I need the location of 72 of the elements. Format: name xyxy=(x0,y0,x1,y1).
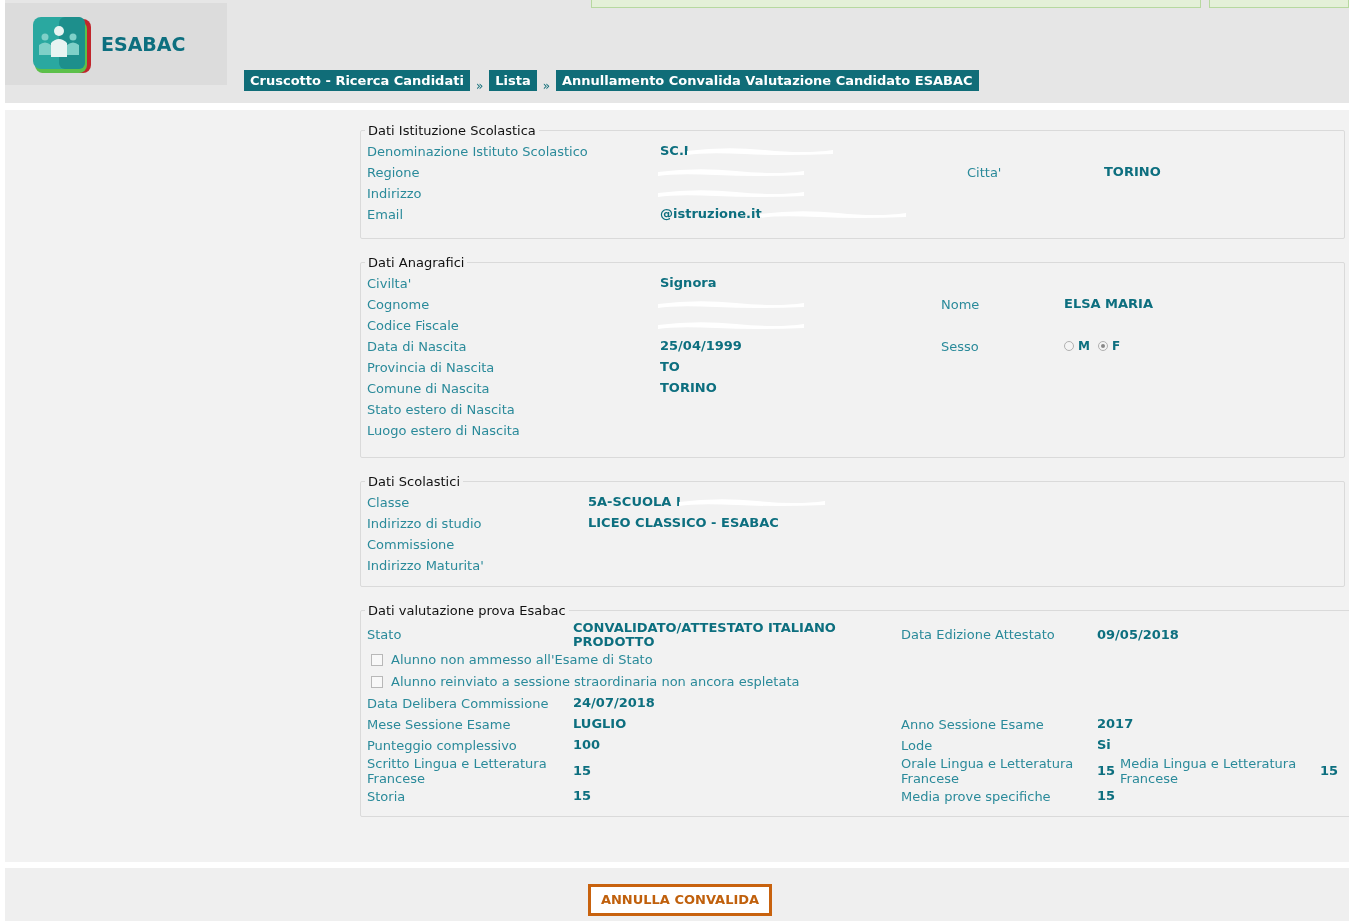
field-label: Email xyxy=(367,206,404,222)
field-value: 15 xyxy=(1097,763,1116,778)
section-title: Dati Anagrafici xyxy=(367,254,466,272)
field-label: Classe xyxy=(367,494,410,510)
field-value: TO xyxy=(660,360,680,374)
checkbox[interactable] xyxy=(371,675,383,688)
field-value: SC.I xyxy=(660,144,689,158)
field-label: Punteggio complessivo xyxy=(367,737,517,753)
field-label: Stato estero di Nascita xyxy=(367,401,515,417)
breadcrumb-separator: » xyxy=(474,78,485,95)
field-label: Nome xyxy=(941,296,980,312)
field-value: 09/05/2018 xyxy=(1097,627,1179,642)
field-value: 2017 xyxy=(1097,717,1134,731)
field-label: Scritto Lingua e Letteratura Francese xyxy=(367,755,547,786)
field-value: @istruzione.it xyxy=(660,207,762,221)
field-value: 15 xyxy=(1097,789,1116,803)
section-title: Dati Istituzione Scolastica xyxy=(367,122,537,140)
field-label: Cognome xyxy=(367,296,430,312)
field-label: Media Lingua e Letteratura Francese xyxy=(1120,755,1297,786)
field-value: 25/04/1999 xyxy=(660,339,742,353)
cancel-validation-button[interactable]: ANNULLA CONVALIDA xyxy=(587,884,773,916)
field-value: LICEO CLASSICO - ESABAC xyxy=(588,516,779,530)
field-label: Stato xyxy=(367,627,402,642)
field-value: Si xyxy=(1097,738,1111,752)
field-label: Lode xyxy=(901,737,933,753)
radio-button[interactable] xyxy=(1064,341,1074,351)
field-value: 15 xyxy=(573,763,592,778)
field-label: Mese Sessione Esame xyxy=(367,716,511,732)
field-label: Indirizzo Maturita' xyxy=(367,557,484,573)
field-label: Citta' xyxy=(967,164,1002,180)
field-value: 100 xyxy=(573,738,601,752)
section-title: Dati valutazione prova Esabac xyxy=(367,602,567,620)
field-label: Indirizzo xyxy=(367,185,422,201)
field-label: Anno Sessione Esame xyxy=(901,716,1044,732)
field-label: Data Delibera Commissione xyxy=(367,695,549,711)
field-value: LUGLIO xyxy=(573,717,627,731)
breadcrumb-link[interactable]: Annullamento Convalida Valutazione Candidato ESABAC xyxy=(556,69,979,91)
field-label: Provincia di Nascita xyxy=(367,359,495,375)
field-value: CONVALIDATO/ATTESTATO ITALIANO PRODOTTO xyxy=(573,620,837,649)
field-label: Storia xyxy=(367,788,406,804)
radio-button[interactable] xyxy=(1097,341,1108,351)
logo-icon xyxy=(33,15,91,73)
field-value: 15 xyxy=(573,789,592,803)
field-value: ELSA MARIA xyxy=(1064,297,1154,311)
field-value: 24/07/2018 xyxy=(573,696,655,710)
field-value: TORINO xyxy=(660,381,717,395)
field-label: Data Edizione Attestato xyxy=(901,627,1055,642)
section-title: Dati Scolastici xyxy=(367,473,461,491)
checkbox[interactable] xyxy=(371,653,383,666)
breadcrumb-link[interactable]: Lista xyxy=(489,69,537,91)
field-label: Sesso xyxy=(941,338,979,354)
field-label: Codice Fiscale xyxy=(367,317,459,333)
radio-label: F xyxy=(1111,339,1121,353)
field-label: Comune di Nascita xyxy=(367,380,490,396)
field-label: Regione xyxy=(367,164,420,180)
field-label: Orale Lingua e Letteratura Francese xyxy=(901,755,1074,786)
field-value: TORINO xyxy=(1104,165,1161,179)
app-title: ESABAC xyxy=(101,31,186,57)
breadcrumb-link[interactable]: Cruscotto - Ricerca Candidati xyxy=(244,69,470,91)
field-label: Media prove specifiche xyxy=(901,788,1051,804)
field-label: Data di Nascita xyxy=(367,338,467,354)
field-value: 15 xyxy=(1320,763,1339,778)
field-label: Civilta' xyxy=(367,275,412,291)
radio-label: M xyxy=(1078,339,1090,353)
checkbox-label: Alunno non ammesso all'Esame di Stato xyxy=(391,650,653,669)
field-label: Commissione xyxy=(367,536,455,552)
breadcrumb-separator: » xyxy=(541,78,552,95)
field-label: Luogo estero di Nascita xyxy=(367,422,520,438)
field-value: Signora xyxy=(660,276,717,290)
checkbox-label: Alunno reinviato a sessione straordinaria non ancora espletata xyxy=(391,672,800,691)
field-label: Indirizzo di studio xyxy=(367,515,482,531)
field-label: Denominazione Istituto Scolastico xyxy=(367,143,588,159)
